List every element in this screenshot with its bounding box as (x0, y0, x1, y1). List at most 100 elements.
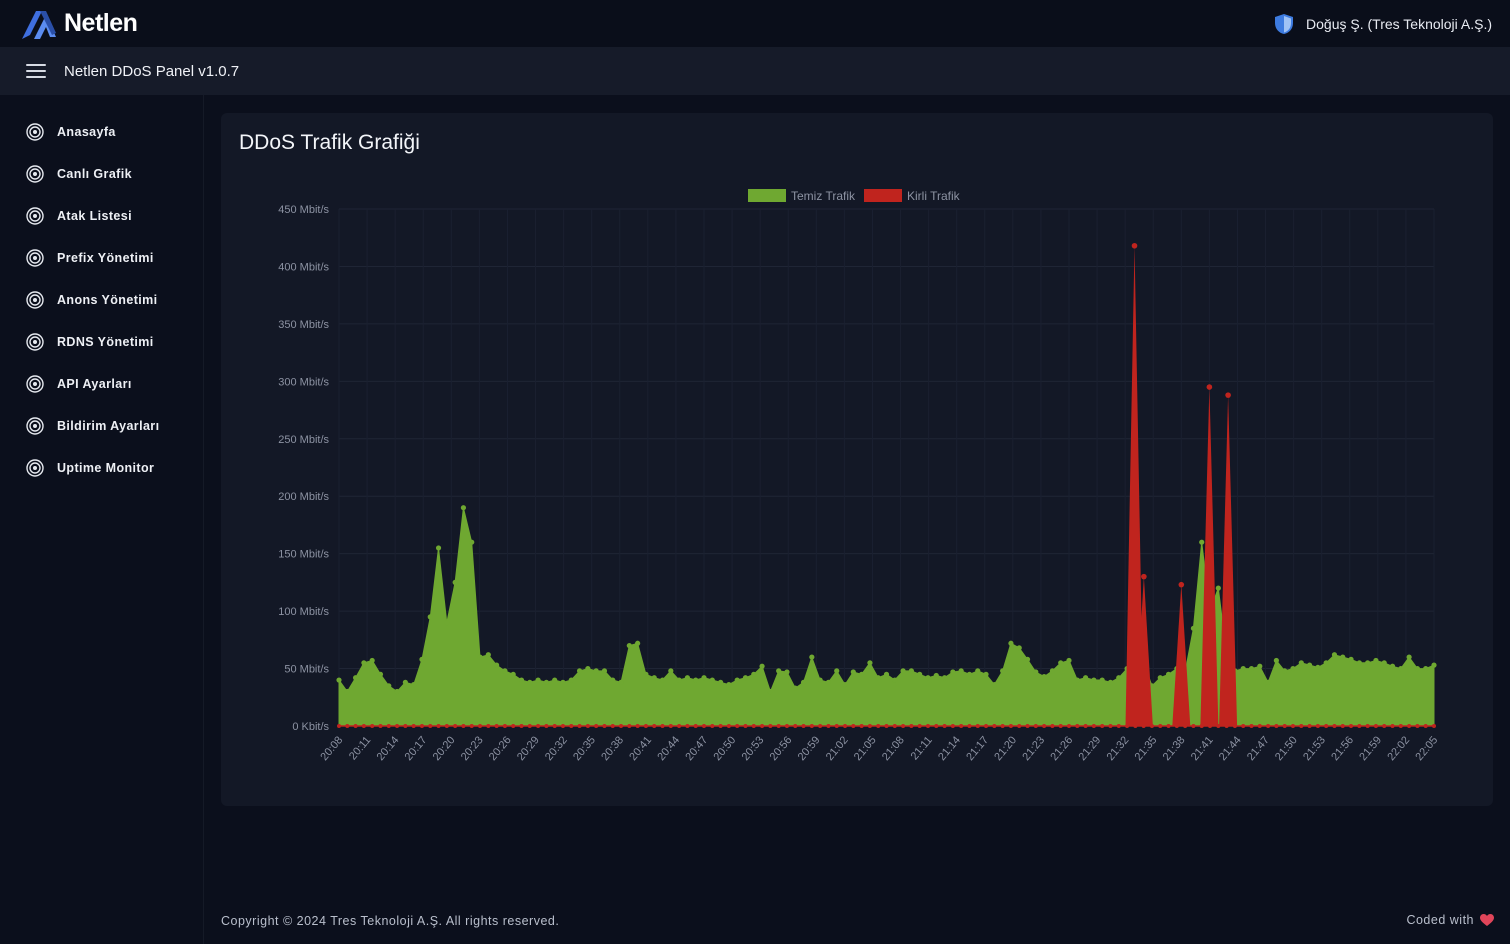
data-point-temiz (1049, 668, 1056, 674)
data-point-kirli (818, 724, 823, 728)
data-point-temiz (527, 679, 533, 685)
data-point-kirli (1100, 724, 1105, 728)
data-point-kirli (959, 724, 964, 728)
data-point-kirli (1091, 724, 1096, 728)
data-point-temiz (369, 657, 375, 664)
data-point-kirli (569, 724, 574, 728)
sidebar-item-atak-listesi[interactable]: Atak Listesi (0, 195, 203, 237)
brand[interactable]: Netlen (20, 7, 138, 41)
data-point-temiz (676, 677, 682, 683)
data-point-temiz (469, 539, 475, 545)
data-point-temiz (825, 679, 832, 685)
data-point-temiz (668, 668, 674, 674)
data-point-kirli (892, 724, 897, 728)
data-point-temiz (1016, 645, 1022, 651)
data-point-temiz (917, 671, 923, 677)
data-point-temiz (726, 682, 732, 688)
data-point-temiz (1165, 671, 1172, 677)
series-area-temiz-trafik (338, 507, 1435, 727)
target-icon (26, 123, 44, 141)
data-point-kirli (668, 724, 673, 728)
data-point-temiz (809, 654, 815, 660)
data-point-kirli (1017, 724, 1022, 728)
data-point-kirli (560, 724, 565, 728)
sidebar-item-api-ayarlari[interactable]: API Ayarları (0, 363, 203, 405)
data-point-temiz (1240, 665, 1246, 672)
data-point-temiz (767, 688, 773, 695)
data-point-kirli (1116, 724, 1121, 728)
sidebar-item-anasayfa[interactable]: Anasayfa (0, 111, 203, 153)
data-point-temiz (883, 671, 890, 677)
data-point-kirli (643, 724, 648, 728)
data-point-kirli (602, 724, 607, 728)
data-point-kirli (826, 724, 831, 728)
data-point-temiz (1340, 654, 1346, 660)
data-point-temiz (908, 668, 914, 674)
data-point-kirli (809, 724, 814, 728)
data-point-temiz (601, 668, 608, 674)
data-point-kirli (585, 724, 590, 728)
traffic-chart[interactable]: 0 Kbit/s 50 Mbit/s 100 Mbit/s 150 Mbit/s 200… (221, 113, 1493, 806)
x-tick-label: 21:08 (880, 734, 907, 763)
data-point-kirli (702, 724, 706, 728)
target-icon (26, 333, 44, 351)
data-point-kirli (975, 724, 980, 728)
data-point-temiz (1066, 657, 1072, 664)
data-point-kirli (851, 724, 856, 728)
data-point-temiz (552, 677, 558, 683)
sidebar-item-anons-yonetimi[interactable]: Anons Yönetimi (0, 279, 203, 321)
sidebar-item-canli-grafik[interactable]: Canlı Grafik (0, 153, 203, 195)
sidebar-item-label: Anons Yönetimi (57, 293, 158, 307)
data-point-kirli (1042, 724, 1047, 728)
data-point-kirli (760, 724, 765, 728)
data-point-kirli (1432, 724, 1436, 728)
data-point-kirli (1282, 724, 1287, 728)
sidebar-item-bildirim-ayarlari[interactable]: Bildirim Ayarları (0, 405, 203, 447)
x-tick-label: 21:35 (1133, 734, 1160, 763)
dirty-peak-point (1225, 392, 1231, 398)
x-tick-label: 21:23 (1020, 734, 1047, 763)
y-tick-label: 100 Mbit/s (278, 606, 329, 618)
data-point-temiz (1248, 665, 1255, 672)
data-point-temiz (1323, 660, 1329, 666)
data-point-temiz (651, 675, 657, 681)
sidebar-item-uptime-monitor[interactable]: Uptime Monitor (0, 447, 203, 489)
data-point-kirli (693, 724, 698, 728)
data-point-kirli (652, 724, 657, 728)
x-tick-label: 20:47 (683, 734, 710, 763)
data-point-temiz (643, 671, 649, 677)
data-point-temiz (693, 677, 699, 683)
data-point-temiz (900, 668, 906, 674)
data-point-kirli (1249, 724, 1254, 728)
shield-icon (1275, 13, 1294, 34)
data-point-kirli (419, 724, 424, 728)
sidebar-item-rdns-yonetimi[interactable]: RDNS Yönetimi (0, 321, 203, 363)
sidebar-item-label: Canlı Grafik (57, 167, 132, 181)
x-tick-label: 21:53 (1301, 734, 1328, 763)
x-tick-label: 21:02 (824, 734, 851, 763)
x-tick-label: 20:56 (768, 734, 795, 763)
user-menu[interactable]: Doğuş Ş. (Tres Teknoloji A.Ş.) (1274, 13, 1492, 35)
data-point-kirli (386, 724, 391, 728)
data-point-temiz (1000, 668, 1006, 674)
data-point-temiz (1190, 625, 1197, 631)
data-point-kirli (660, 724, 665, 728)
data-point-kirli (395, 724, 400, 728)
data-point-kirli (403, 724, 408, 728)
data-point-kirli (917, 724, 922, 728)
data-point-temiz (1389, 663, 1396, 669)
target-icon (26, 291, 44, 309)
x-tick-label: 21:26 (1048, 734, 1075, 763)
hamburger-menu-icon[interactable] (26, 64, 46, 78)
x-tick-label: 21:32 (1105, 734, 1132, 763)
data-point-temiz (1423, 665, 1429, 672)
data-point-temiz (1091, 677, 1097, 683)
sidebar-item-prefix-yonetimi[interactable]: Prefix Yönetimi (0, 237, 203, 279)
x-tick-label: 21:56 (1329, 734, 1356, 763)
data-point-temiz (618, 679, 624, 685)
sub-header: Netlen DDoS Panel v1.0.7 (0, 47, 1510, 95)
data-point-temiz (460, 505, 467, 511)
data-point-kirli (1390, 724, 1395, 728)
data-point-kirli (1083, 724, 1088, 728)
data-point-kirli (1033, 724, 1038, 728)
